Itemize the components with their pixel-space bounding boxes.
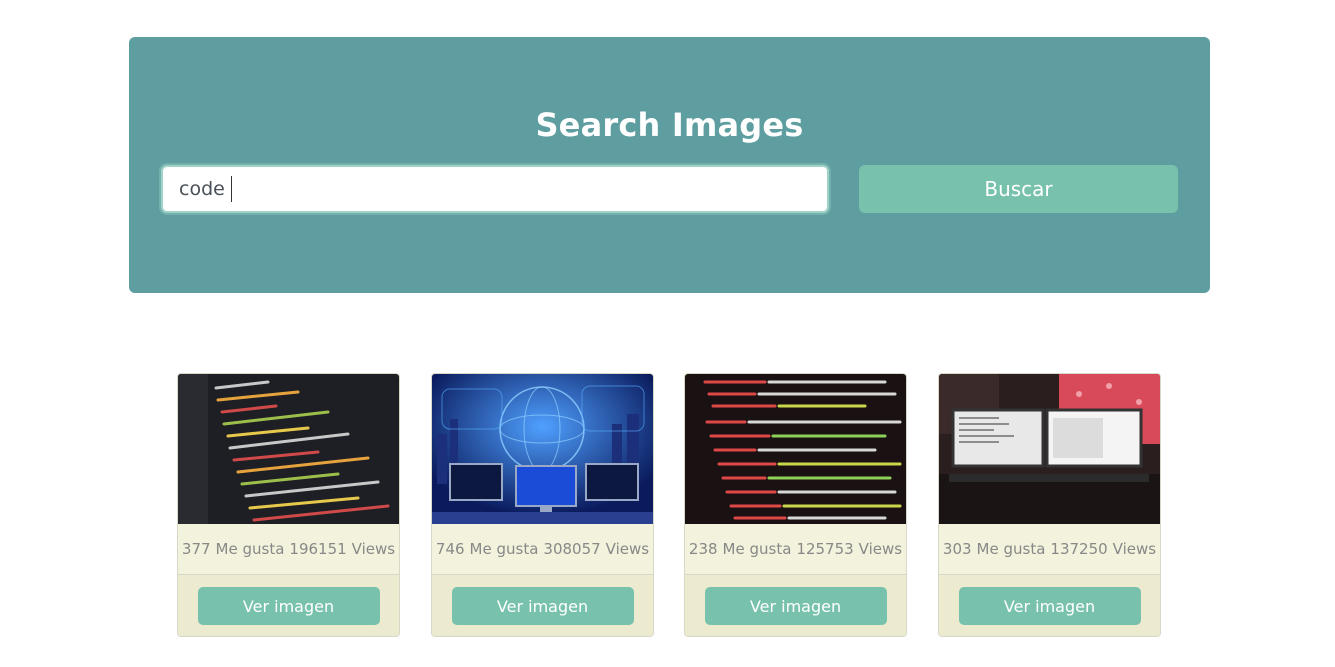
likes-count: 238 <box>688 540 718 558</box>
card-footer: Ver imagen <box>178 575 399 636</box>
views-count: 137250 <box>1050 540 1108 558</box>
likes-label: Me gusta <box>976 540 1046 558</box>
page-title: Search Images <box>535 106 804 144</box>
views-count: 196151 <box>289 540 347 558</box>
likes-label: Me gusta <box>469 540 539 558</box>
search-input-value: code <box>179 178 225 200</box>
card-footer: Ver imagen <box>432 575 653 636</box>
code-editor-screen-image[interactable] <box>178 374 399 524</box>
result-card: 238 Me gusta 125753 Views Ver imagen <box>684 373 907 637</box>
likes-label: Me gusta <box>722 540 792 558</box>
views-label: Views <box>858 540 903 558</box>
likes-count: 746 <box>435 540 465 558</box>
result-card: 303 Me gusta 137250 Views Ver imagen <box>938 373 1161 637</box>
search-button[interactable]: Buscar <box>859 165 1178 213</box>
html-code-screen-image[interactable] <box>685 374 906 524</box>
view-image-button[interactable]: Ver imagen <box>704 587 887 625</box>
likes-count: 377 <box>181 540 211 558</box>
image-stats: 303 Me gusta 137250 Views <box>939 524 1160 575</box>
views-label: Views <box>605 540 650 558</box>
network-monitors-globe-image[interactable] <box>432 374 653 524</box>
desk-monitors-setup-image[interactable] <box>939 374 1160 524</box>
image-stats: 377 Me gusta 196151 Views <box>178 524 399 575</box>
view-image-button[interactable]: Ver imagen <box>451 587 634 625</box>
image-stats: 238 Me gusta 125753 Views <box>685 524 906 575</box>
views-count: 125753 <box>796 540 854 558</box>
likes-count: 303 <box>942 540 972 558</box>
text-caret <box>230 176 232 202</box>
views-label: Views <box>1112 540 1157 558</box>
views-label: Views <box>351 540 396 558</box>
views-count: 308057 <box>543 540 601 558</box>
view-image-button[interactable]: Ver imagen <box>958 587 1141 625</box>
likes-label: Me gusta <box>215 540 285 558</box>
search-input[interactable]: code <box>161 165 829 213</box>
card-footer: Ver imagen <box>685 575 906 636</box>
card-footer: Ver imagen <box>939 575 1160 636</box>
image-stats: 746 Me gusta 308057 Views <box>432 524 653 575</box>
view-image-button[interactable]: Ver imagen <box>197 587 380 625</box>
result-card: 746 Me gusta 308057 Views Ver imagen <box>431 373 654 637</box>
result-card: 377 Me gusta 196151 Views Ver imagen <box>177 373 400 637</box>
search-jumbotron: Search Images code Buscar <box>129 37 1210 293</box>
